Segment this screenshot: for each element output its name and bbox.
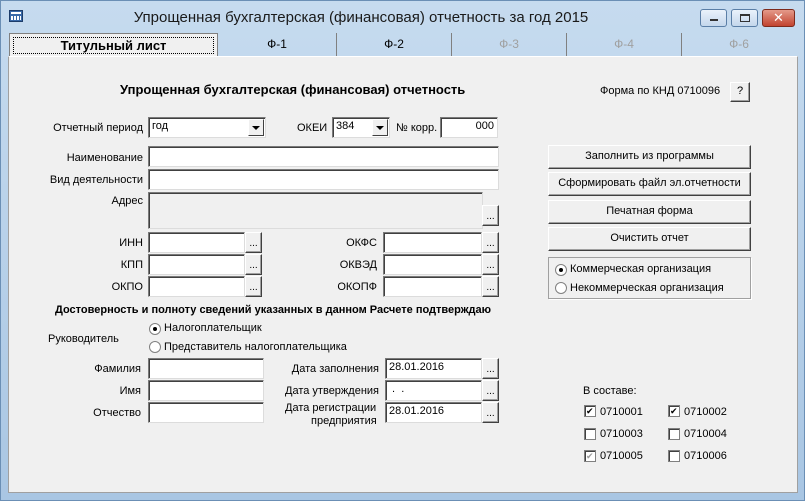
first-name-label: Имя bbox=[119, 385, 141, 397]
composition-label: В составе: bbox=[583, 385, 637, 397]
kpp-label: КПП bbox=[120, 259, 143, 271]
inn-label: ИНН bbox=[119, 237, 143, 249]
name-label: Наименование bbox=[66, 152, 143, 164]
tab-f3[interactable]: Ф-3 bbox=[452, 33, 567, 57]
corr-input[interactable]: 000 bbox=[440, 117, 498, 138]
fill-date-label: Дата заполнения bbox=[291, 363, 379, 375]
okpo-label: ОКПО bbox=[111, 281, 143, 293]
form-0710006-label[interactable]: 0710006 bbox=[684, 450, 727, 462]
activity-label: Вид деятельности bbox=[49, 174, 143, 186]
noncommercial-radio[interactable] bbox=[555, 282, 567, 294]
patronymic-label: Отчество bbox=[93, 407, 141, 419]
form-0710004-label[interactable]: 0710004 bbox=[684, 428, 727, 440]
maximize-icon bbox=[740, 14, 750, 22]
confirm-title: Достоверность и полноту сведений указанн… bbox=[55, 304, 492, 316]
maximize-button[interactable] bbox=[731, 9, 758, 27]
okopf-dots-button[interactable]: ... bbox=[482, 276, 499, 297]
surname-input[interactable] bbox=[148, 358, 264, 379]
title-page-panel: Упрощенная бухгалтерская (финансовая) от… bbox=[8, 56, 798, 493]
reg-date-label-1: Дата регистрации bbox=[285, 402, 377, 414]
form-tabs: Титульный лист Ф-1 Ф-2 Ф-3 Ф-4 Ф-6 bbox=[9, 33, 796, 57]
chevron-down-icon[interactable] bbox=[248, 119, 264, 136]
okei-value: 384 bbox=[336, 120, 355, 132]
form-0710006-checkbox[interactable] bbox=[668, 450, 680, 462]
close-icon: ✕ bbox=[773, 10, 784, 25]
fill-date-dots-button[interactable]: ... bbox=[482, 358, 499, 379]
tab-f1[interactable]: Ф-1 bbox=[218, 33, 337, 57]
approve-date-dots-button[interactable]: ... bbox=[482, 380, 499, 401]
okpo-dots-button[interactable]: ... bbox=[245, 276, 262, 297]
fill-from-program-button[interactable]: Заполнить из программы bbox=[548, 145, 751, 169]
address-input[interactable] bbox=[148, 192, 483, 229]
reg-date-dots-button[interactable]: ... bbox=[482, 402, 499, 423]
address-dots-button[interactable]: ... bbox=[482, 205, 499, 226]
taxpayer-label[interactable]: Налогоплательщик bbox=[164, 322, 262, 334]
period-label: Отчетный период bbox=[53, 122, 143, 134]
tab-focus-rect bbox=[13, 37, 214, 54]
form-0710003-label[interactable]: 0710003 bbox=[600, 428, 643, 440]
minimize-icon bbox=[710, 19, 718, 21]
print-form-button[interactable]: Печатная форма bbox=[548, 200, 751, 224]
minimize-button[interactable] bbox=[700, 9, 727, 27]
period-select[interactable]: год bbox=[148, 117, 266, 138]
chevron-down-icon[interactable] bbox=[372, 119, 388, 136]
clear-report-button[interactable]: Очистить отчет bbox=[548, 227, 751, 251]
representative-radio[interactable] bbox=[149, 341, 161, 353]
okopf-label: ОКОПФ bbox=[337, 281, 377, 293]
okfs-dots-button[interactable]: ... bbox=[482, 232, 499, 253]
okved-dots-button[interactable]: ... bbox=[482, 254, 499, 275]
form-0710004-checkbox[interactable] bbox=[668, 428, 680, 440]
okved-label: ОКВЭД bbox=[339, 259, 377, 271]
okfs-label: ОКФС bbox=[346, 237, 377, 249]
okfs-input[interactable] bbox=[383, 232, 482, 253]
reg-date-input[interactable]: 28.01.2016 bbox=[385, 402, 482, 423]
form-0710001-checkbox[interactable] bbox=[584, 405, 596, 417]
inn-input[interactable] bbox=[148, 232, 245, 253]
okei-label: ОКЕИ bbox=[297, 122, 328, 134]
knd-label: Форма по КНД 0710096 bbox=[600, 85, 721, 97]
corr-label: № корр. bbox=[396, 122, 438, 134]
generate-efile-button[interactable]: Сформировать файл эл.отчетности bbox=[548, 172, 751, 196]
tab-f6[interactable]: Ф-6 bbox=[682, 33, 796, 57]
report-title: Упрощенная бухгалтерская (финансовая) от… bbox=[120, 82, 466, 97]
help-button[interactable]: ? bbox=[730, 82, 750, 102]
window-title: Упрощенная бухгалтерская (финансовая) от… bbox=[133, 9, 589, 26]
form-0710002-checkbox[interactable] bbox=[668, 405, 680, 417]
representative-label[interactable]: Представитель налогоплательщика bbox=[164, 341, 347, 353]
form-0710002-label[interactable]: 0710002 bbox=[684, 406, 727, 418]
form-0710001-label[interactable]: 0710001 bbox=[600, 406, 643, 418]
okei-select[interactable]: 384 bbox=[332, 117, 390, 138]
noncommercial-label[interactable]: Некоммерческая организация bbox=[570, 282, 724, 294]
form-0710003-checkbox[interactable] bbox=[584, 428, 596, 440]
address-label: Адрес bbox=[111, 195, 144, 207]
okopf-input[interactable] bbox=[383, 276, 482, 297]
fill-date-input[interactable]: 28.01.2016 bbox=[385, 358, 482, 379]
patronymic-input[interactable] bbox=[148, 402, 264, 423]
surname-label: Фамилия bbox=[94, 363, 141, 375]
first-name-input[interactable] bbox=[148, 380, 264, 401]
activity-input[interactable] bbox=[148, 169, 499, 190]
approve-date-label: Дата утверждения bbox=[285, 385, 379, 397]
kpp-dots-button[interactable]: ... bbox=[245, 254, 262, 275]
tab-title-page[interactable]: Титульный лист bbox=[9, 33, 218, 57]
form-0710005-checkbox bbox=[584, 450, 596, 462]
inn-dots-button[interactable]: ... bbox=[245, 232, 262, 253]
org-name-input[interactable] bbox=[148, 146, 499, 167]
head-label: Руководитель bbox=[48, 333, 119, 345]
title-bar[interactable]: Упрощенная бухгалтерская (финансовая) от… bbox=[1, 1, 804, 31]
main-window: Упрощенная бухгалтерская (финансовая) от… bbox=[0, 0, 805, 501]
commercial-label[interactable]: Коммерческая организация bbox=[570, 263, 711, 275]
commercial-radio[interactable] bbox=[555, 264, 567, 276]
reg-date-label-2: предприятия bbox=[311, 415, 377, 427]
okved-input[interactable] bbox=[383, 254, 482, 275]
taxpayer-radio[interactable] bbox=[149, 323, 161, 335]
form-0710005-label: 0710005 bbox=[600, 450, 643, 462]
period-value: год bbox=[152, 120, 169, 132]
kpp-input[interactable] bbox=[148, 254, 245, 275]
tab-f4[interactable]: Ф-4 bbox=[567, 33, 682, 57]
approve-date-input[interactable]: . . bbox=[385, 380, 482, 401]
tab-f2[interactable]: Ф-2 bbox=[337, 33, 452, 57]
close-button[interactable]: ✕ bbox=[762, 9, 795, 27]
okpo-input[interactable] bbox=[148, 276, 245, 297]
